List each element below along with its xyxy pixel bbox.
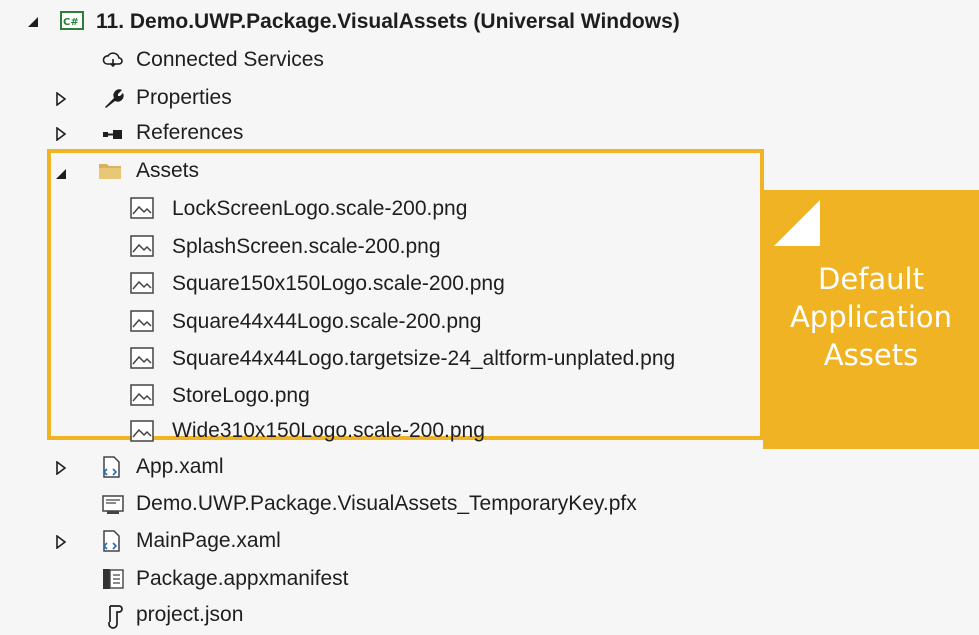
- app-xaml-label: App.xaml: [136, 455, 224, 478]
- collapse-arrow-icon[interactable]: [54, 164, 68, 184]
- callout-line: Assets: [823, 338, 919, 372]
- asset-file-label: LockScreenLogo.scale-200.png: [172, 197, 468, 220]
- xaml-file-icon: [99, 529, 123, 553]
- asset-file-label: SplashScreen.scale-200.png: [172, 235, 441, 258]
- csharp-project-icon: C#: [60, 10, 84, 34]
- expand-arrow-icon[interactable]: [54, 89, 68, 109]
- references-label: References: [136, 121, 244, 144]
- connected-services-label: Connected Services: [136, 48, 324, 71]
- tree-item-temporary-key[interactable]: Demo.UWP.Package.VisualAssets_TemporaryK…: [136, 486, 637, 522]
- tree-item-properties[interactable]: Properties: [136, 80, 232, 116]
- cloud-services-icon: [101, 48, 125, 72]
- tree-item-app-xaml[interactable]: App.xaml: [136, 449, 224, 485]
- tree-item-references[interactable]: References: [136, 115, 243, 151]
- tree-item-project-json[interactable]: project.json: [136, 597, 243, 633]
- expand-arrow-icon[interactable]: [54, 124, 68, 144]
- expand-arrow-icon[interactable]: [54, 532, 68, 552]
- callout-line: Default: [818, 262, 924, 296]
- callout-line: Application: [789, 300, 953, 334]
- asset-file-label: StoreLogo.png: [172, 384, 310, 407]
- svg-text:C#: C#: [63, 17, 79, 28]
- image-file-icon: [130, 197, 154, 221]
- tree-item-asset-file[interactable]: SplashScreen.scale-200.png: [172, 229, 441, 265]
- temporary-key-label: Demo.UWP.Package.VisualAssets_TemporaryK…: [136, 492, 637, 515]
- image-file-icon: [130, 235, 154, 259]
- tree-item-asset-file[interactable]: Square150x150Logo.scale-200.png: [172, 266, 505, 302]
- image-file-icon: [130, 272, 154, 296]
- tree-item-asset-file[interactable]: LockScreenLogo.scale-200.png: [172, 191, 467, 227]
- mainpage-xaml-label: MainPage.xaml: [136, 529, 281, 552]
- properties-label: Properties: [136, 86, 232, 109]
- image-file-icon: [130, 384, 154, 408]
- json-file-icon: [101, 604, 125, 629]
- folder-icon: [97, 159, 121, 183]
- tree-item-connected-services[interactable]: Connected Services: [136, 42, 324, 78]
- project-title: 11. Demo.UWP.Package.VisualAssets (Unive…: [96, 10, 680, 33]
- image-file-icon: [130, 420, 154, 444]
- tree-item-asset-file[interactable]: Wide310x150Logo.scale-200.png: [172, 413, 485, 449]
- project-json-label: project.json: [136, 603, 244, 626]
- project-node[interactable]: 11. Demo.UWP.Package.VisualAssets (Unive…: [96, 4, 680, 40]
- tree-item-mainpage-xaml[interactable]: MainPage.xaml: [136, 523, 281, 559]
- asset-file-label: Square44x44Logo.targetsize-24_altform-un…: [172, 347, 676, 370]
- tree-item-package-manifest[interactable]: Package.appxmanifest: [136, 561, 348, 597]
- references-icon: [101, 122, 125, 146]
- tree-item-asset-file[interactable]: StoreLogo.png: [172, 378, 310, 414]
- asset-file-label: Square44x44Logo.scale-200.png: [172, 310, 482, 333]
- expand-arrow-icon[interactable]: [54, 458, 68, 478]
- manifest-icon: [101, 567, 125, 591]
- tree-item-assets-folder[interactable]: Assets: [136, 153, 199, 189]
- image-file-icon: [130, 310, 154, 334]
- tree-item-asset-file[interactable]: Square44x44Logo.scale-200.png: [172, 304, 481, 340]
- assets-label: Assets: [136, 159, 200, 182]
- xaml-file-icon: [99, 455, 123, 479]
- callout-label: Default Application Assets: [763, 260, 979, 374]
- certificate-icon: [101, 493, 125, 517]
- asset-file-label: Square150x150Logo.scale-200.png: [172, 272, 505, 295]
- callout-corner-icon: [774, 200, 820, 246]
- asset-file-label: Wide310x150Logo.scale-200.png: [172, 419, 485, 442]
- package-manifest-label: Package.appxmanifest: [136, 567, 349, 590]
- collapse-arrow-icon[interactable]: [26, 12, 40, 32]
- wrench-icon: [101, 86, 125, 110]
- image-file-icon: [130, 347, 154, 371]
- tree-item-asset-file[interactable]: Square44x44Logo.targetsize-24_altform-un…: [172, 341, 675, 377]
